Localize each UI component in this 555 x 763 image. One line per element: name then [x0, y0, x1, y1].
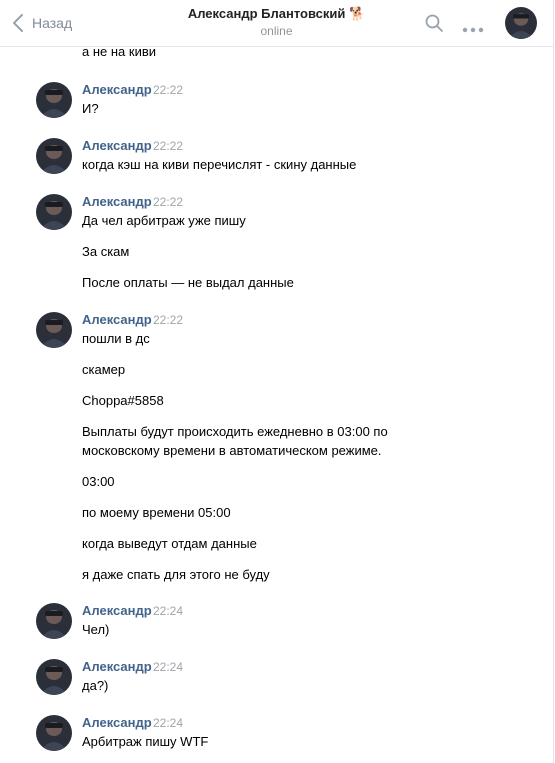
message-text: За скам: [82, 244, 130, 259]
message-text: московскому времени в автоматическом реж…: [82, 443, 382, 458]
message-time: 22:24: [153, 716, 184, 730]
avatar-image: [505, 7, 537, 39]
message-text: 03:00: [82, 474, 115, 489]
message-text: Да чел арбитраж уже пишу: [82, 213, 246, 228]
avatar-image: [36, 715, 72, 751]
message-text: когда кэш на киви перечислят - скину дан…: [82, 157, 357, 172]
message-text: да?): [82, 678, 109, 693]
search-button[interactable]: [425, 14, 443, 37]
message-time: 22:22: [153, 139, 184, 153]
message-text: скамер: [82, 362, 126, 377]
author-avatar[interactable]: [36, 659, 72, 695]
message-text: Выплаты будут происходить ежедневно в 03…: [82, 424, 388, 439]
avatar-image: [36, 603, 72, 639]
message-text: Choppa#5858: [82, 393, 164, 408]
author-avatar[interactable]: [36, 138, 72, 174]
message-text: И?: [82, 101, 99, 116]
message-text: После оплаты — не выдал данные: [82, 275, 294, 290]
author-avatar[interactable]: [36, 194, 72, 230]
avatar-image: [36, 659, 72, 695]
avatar-image: [36, 312, 72, 348]
message-history: а не на киви Александр 22:22 И? Александ…: [0, 47, 553, 763]
message-text: по моему времени 05:00: [82, 505, 231, 520]
avatar-image: [36, 138, 72, 174]
avatar-image: [36, 82, 72, 118]
author-avatar[interactable]: [36, 603, 72, 639]
header-avatar[interactable]: [505, 7, 537, 39]
message-text: когда выведут отдам данные: [82, 536, 257, 551]
message-time: 22:24: [153, 660, 184, 674]
author-name[interactable]: Александр: [82, 194, 152, 210]
author-name[interactable]: Александр: [82, 138, 152, 154]
author-name[interactable]: Александр: [82, 82, 152, 98]
message-time: 22:24: [153, 604, 184, 618]
chat-header: Назад Александр Блантовский 🐕 online: [0, 0, 553, 47]
author-avatar[interactable]: [36, 715, 72, 751]
avatar-image: [36, 194, 72, 230]
dog-emoji-icon: 🐕: [348, 6, 366, 21]
more-button[interactable]: [462, 20, 484, 38]
message-text: я даже спать для этого не буду: [82, 567, 270, 582]
message-time: 22:22: [153, 83, 184, 97]
author-name[interactable]: Александр: [82, 715, 152, 731]
message-time: 22:22: [153, 195, 184, 209]
more-horizontal-icon: [462, 27, 484, 33]
message-time: 22:22: [153, 313, 184, 327]
author-avatar[interactable]: [36, 312, 72, 348]
author-name[interactable]: Александр: [82, 312, 152, 328]
author-name[interactable]: Александр: [82, 603, 152, 619]
search-icon: [425, 14, 443, 32]
message-text: Арбитраж пишу WTF: [82, 734, 209, 749]
message-text: а не на киви: [82, 47, 157, 59]
author-avatar[interactable]: [36, 82, 72, 118]
message-text: Чел): [82, 622, 110, 637]
author-name[interactable]: Александр: [82, 659, 152, 675]
chat-window: Назад Александр Блантовский 🐕 online а н…: [0, 0, 554, 763]
chat-title-text: Александр Блантовский: [187, 6, 346, 21]
message-text: пошли в дс: [82, 331, 150, 346]
